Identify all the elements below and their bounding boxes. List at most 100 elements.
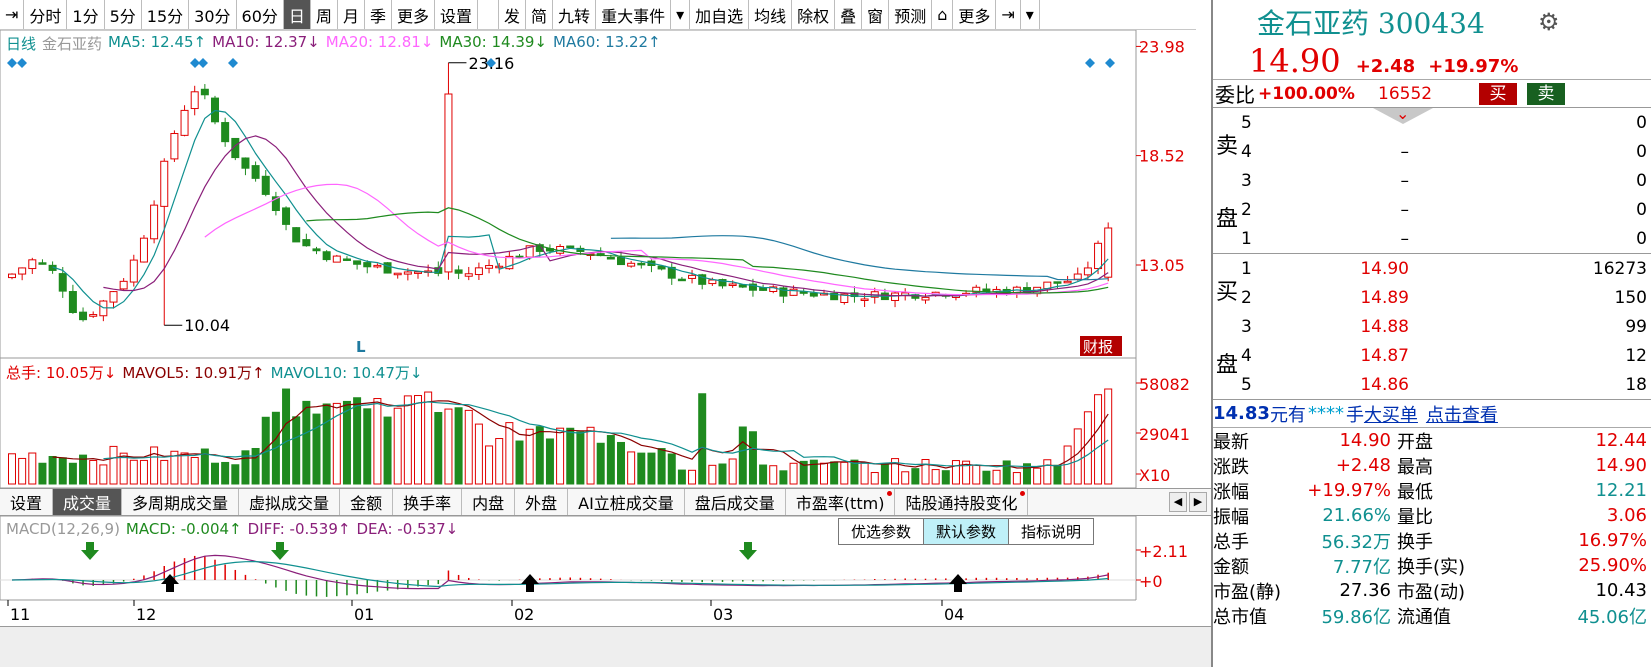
volume-bar [951, 460, 960, 485]
view-big-order-link[interactable]: 点击查看 [1426, 401, 1498, 427]
buy-button[interactable]: 买 [1479, 83, 1517, 105]
book-row[interactable]: 5 14.86 18 [1241, 370, 1651, 399]
volume-tick-label: X10 [1139, 466, 1170, 485]
book-row[interactable]: 4 – 0 [1241, 137, 1651, 166]
overlay-button[interactable]: 叠 [835, 0, 863, 29]
order-ratio-pct: +100.00% [1258, 83, 1355, 104]
volume-bar [972, 464, 981, 485]
add-watchlist-button[interactable]: 加自选 [690, 0, 750, 29]
first-button[interactable]: ⇥ [0, 0, 25, 29]
settings-button[interactable]: 设置 [435, 0, 479, 29]
sell-button[interactable]: 卖 [1527, 83, 1565, 105]
tab-turnover[interactable]: 换手率 [393, 489, 463, 515]
tab-pe-ttm[interactable]: 市盈率(ttm) [786, 489, 896, 515]
big-order-banner[interactable]: 14.83 元有 **** 手 大买单 点击查看 [1213, 400, 1651, 428]
jian-button[interactable]: 简 [526, 0, 554, 29]
stat-key: 总手 [1213, 531, 1249, 553]
book-row[interactable]: 2 14.89 150 [1241, 283, 1651, 312]
fa-button[interactable]: 发 [498, 0, 527, 29]
ma-button[interactable]: 均线 [749, 0, 793, 29]
book-row[interactable]: 1 14.90 16273 [1241, 254, 1651, 283]
30min-button[interactable]: 30分 [189, 0, 237, 29]
vol_legend-item: MAVOL10: 10.47万↓ [270, 364, 423, 382]
tab-label: 成交量 [63, 494, 112, 513]
candle-body [28, 259, 37, 270]
tab-settings[interactable]: 设置 [0, 489, 54, 515]
book-row[interactable]: 3 14.88 99 [1241, 312, 1651, 341]
candle-body [891, 292, 900, 301]
stock-name[interactable]: 金石亚药 300434 [1257, 2, 1485, 42]
book-price: – [1400, 170, 1410, 191]
scroll-left-icon[interactable]: ◀ [1169, 492, 1187, 512]
more-tools-button[interactable]: 更多 [953, 0, 997, 29]
candlestick-chart[interactable]: 23.98 18.52 13.05 23.16 10.04 L 财报 [0, 30, 1211, 358]
tab-amount[interactable]: 金额 [340, 489, 394, 515]
daily-button[interactable]: 日 [283, 0, 311, 29]
scroll-right-icon[interactable]: ▶ [1189, 492, 1207, 512]
exright-button[interactable]: 除权 [792, 0, 836, 29]
candle-body [606, 257, 615, 260]
gear-icon[interactable]: ⚙ [1538, 8, 1560, 36]
volume-bar [1002, 460, 1011, 485]
optimal-params-button[interactable]: 优选参数 [838, 518, 925, 545]
tab-label: AI立桩成交量 [578, 494, 674, 513]
more-period-button[interactable]: 更多 [392, 0, 435, 29]
book-row[interactable]: 4 14.87 12 [1241, 341, 1651, 370]
ma_legend-item: MA60: 13.22↑ [553, 33, 661, 51]
last-button[interactable]: ⇥ [996, 0, 1021, 29]
book-volume: 0 [1636, 170, 1647, 191]
window-button[interactable]: 窗 [862, 0, 890, 29]
jiuzhuan-button[interactable]: 九转 [553, 0, 597, 29]
forecast-button[interactable]: 预测 [889, 0, 933, 29]
price-change-pct: +19.97% [1428, 56, 1519, 77]
volume-bar [759, 464, 768, 485]
60min-button[interactable]: 60分 [237, 0, 284, 29]
1min-button[interactable]: 1分 [67, 0, 105, 29]
tab-inner[interactable]: 内盘 [462, 489, 516, 515]
candle-body [180, 109, 189, 136]
tab-after-hours-volume[interactable]: 盘后成交量 [685, 489, 786, 515]
default-params-button[interactable]: 默认参数 [923, 518, 1010, 545]
timeshare-button[interactable]: 分时 [24, 0, 68, 29]
book-volume: 0 [1636, 112, 1647, 133]
candle-body [342, 258, 351, 261]
tab-ai-volume[interactable]: AI立桩成交量 [568, 489, 685, 515]
candle-body [637, 262, 646, 266]
candle-body [129, 259, 138, 283]
book-row[interactable]: 2 – 0 [1241, 195, 1651, 224]
tab-label: 盘后成交量 [694, 494, 775, 513]
stats-row: 最新 14.90 开盘 12.44 [1213, 428, 1651, 453]
stat-value: +2.48 [1335, 455, 1391, 476]
weekly-button[interactable]: 周 [311, 0, 338, 29]
15min-button[interactable]: 15分 [142, 0, 190, 29]
5min-button[interactable]: 5分 [105, 0, 142, 29]
events-dropdown-button[interactable]: ▾ [671, 0, 691, 29]
quarterly-button[interactable]: 季 [365, 0, 392, 29]
tab-virtual-volume[interactable]: 虚拟成交量 [239, 489, 341, 515]
tab-multi-period-volume[interactable]: 多周期成交量 [122, 489, 240, 515]
tab-outer[interactable]: 外盘 [515, 489, 569, 515]
volume-bar [393, 407, 402, 485]
book-level: 5 [1241, 374, 1252, 395]
order-ratio-label: 委比 [1215, 83, 1255, 107]
indicator-help-button[interactable]: 指标说明 [1008, 518, 1095, 545]
price-pane-frame [0, 30, 1137, 358]
volume-bar [38, 462, 47, 485]
tab-volume[interactable]: 成交量 [53, 489, 123, 515]
toolbar-dropdown-button[interactable]: ▾ [1021, 0, 1040, 29]
volume-bar [302, 400, 311, 485]
book-row[interactable]: 50 [1241, 108, 1651, 137]
price-tick-label: 23.98 [1139, 37, 1185, 56]
book-row[interactable]: 1 – 0 [1241, 224, 1651, 253]
volume-bar [982, 470, 991, 485]
volume-bar [728, 458, 737, 485]
stats-row: 市盈(静) 27.36 市盈(动) 10.43 [1213, 578, 1651, 603]
tab-connect-holding[interactable]: 陆股通持股变化 [895, 489, 1029, 515]
candle-body [119, 280, 128, 290]
book-row[interactable]: 3 – 0 [1241, 166, 1651, 195]
major-events-button[interactable]: 重大事件 [596, 0, 672, 29]
macd_legend-item: MACD: -0.004↑ [125, 520, 242, 538]
lock-button[interactable]: ⌂ [932, 0, 954, 29]
monthly-button[interactable]: 月 [338, 0, 365, 29]
candle-body [688, 274, 697, 279]
